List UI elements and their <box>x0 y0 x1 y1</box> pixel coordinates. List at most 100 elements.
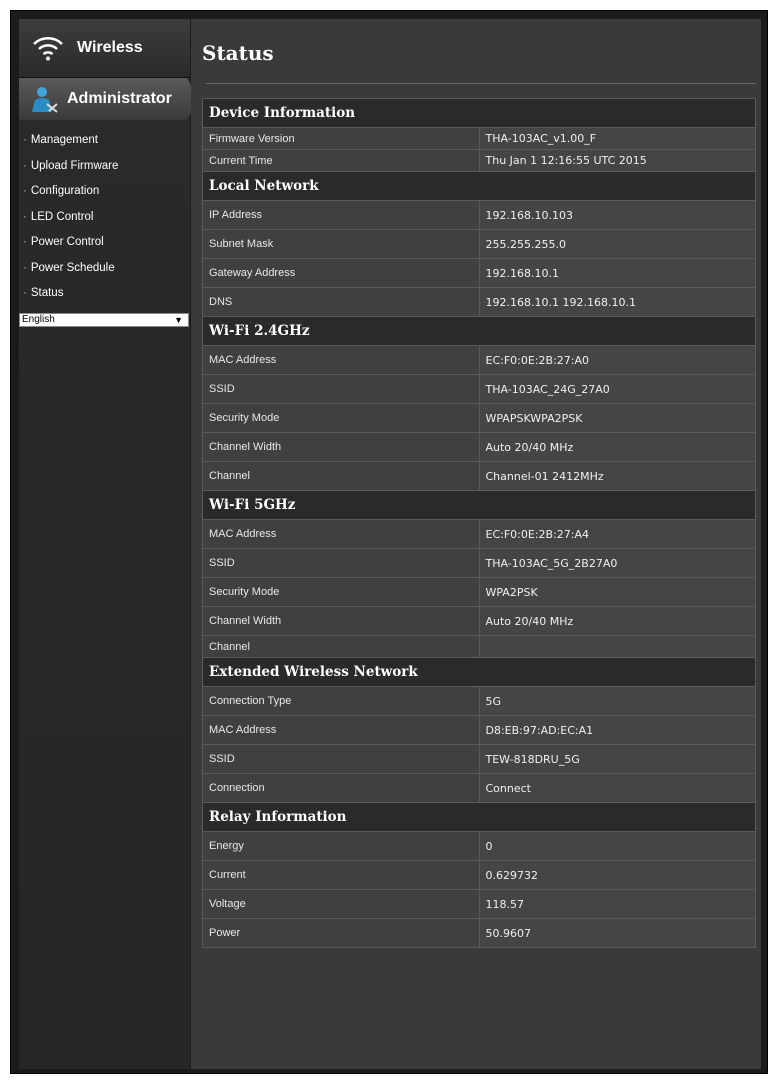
table-row: Security Mode WPA2PSK <box>202 577 756 607</box>
menu-item-label: LED Control <box>30 210 94 223</box>
dropdown-arrow-icon: ▼ <box>174 314 183 325</box>
row-label: Channel Width <box>202 606 480 636</box>
row-label: MAC Address <box>202 345 480 375</box>
router-ui-frame: Wireless Administrator · Management · Uplo… <box>10 10 768 1074</box>
menu-item-label: Status <box>30 287 64 299</box>
row-label: SSID <box>202 548 480 578</box>
table-row: Channel Width Auto 20/40 MHz <box>202 432 756 462</box>
row-label: Voltage <box>202 889 480 919</box>
row-label: DNS <box>202 287 480 317</box>
menu-item-led-control[interactable]: · LED Control <box>19 205 190 231</box>
section-header-row: Extended Wireless Network <box>202 657 756 687</box>
table-row: SSID THA-103AC_5G_2B27A0 <box>202 548 756 578</box>
row-value: WPAPSKWPA2PSK <box>478 403 756 433</box>
row-value: 0 <box>478 831 756 861</box>
menu-item-power-control[interactable]: · Power Control <box>19 230 190 256</box>
language-select[interactable]: English ▼ <box>19 312 189 327</box>
row-value <box>478 635 756 658</box>
row-label: Connection <box>202 773 480 803</box>
menu-item-management[interactable]: · Management <box>19 128 190 154</box>
row-label: Security Mode <box>202 403 480 433</box>
nav-wireless-label: Wireless <box>77 39 143 56</box>
row-label: Security Mode <box>202 577 480 607</box>
section-title: Extended Wireless Network <box>202 657 756 687</box>
menu-item-upload-firmware[interactable]: · Upload Firmware <box>19 154 190 180</box>
wifi-icon <box>33 37 63 61</box>
table-row: Connection Connect <box>202 773 756 803</box>
row-value: WPA2PSK <box>478 577 756 607</box>
row-value: THA-103AC_24G_27A0 <box>478 374 756 404</box>
row-value: THA-103AC_5G_2B27A0 <box>478 548 756 578</box>
row-value: D8:EB:97:AD:EC:A1 <box>478 715 756 745</box>
section-title: Local Network <box>202 171 756 201</box>
row-value: TEW-818DRU_5G <box>478 744 756 774</box>
row-label: IP Address <box>202 200 480 230</box>
row-label: Connection Type <box>202 686 480 716</box>
row-label: MAC Address <box>202 519 480 549</box>
menu-item-status[interactable]: · Status <box>19 281 190 307</box>
table-row: DNS 192.168.10.1 192.168.10.1 <box>202 287 756 317</box>
row-value: 255.255.255.0 <box>478 229 756 259</box>
page-title: Status <box>202 41 274 65</box>
row-value: 50.9607 <box>478 918 756 948</box>
row-label: Channel Width <box>202 432 480 462</box>
row-label: MAC Address <box>202 715 480 745</box>
table-row: Security Mode WPAPSKWPA2PSK <box>202 403 756 433</box>
section-title: Wi-Fi 5GHz <box>202 490 756 520</box>
nav-wireless[interactable]: Wireless <box>19 19 190 78</box>
row-value: EC:F0:0E:2B:27:A0 <box>478 345 756 375</box>
section-header-row: Relay Information <box>202 802 756 832</box>
row-label: Gateway Address <box>202 258 480 288</box>
row-value: Auto 20/40 MHz <box>478 606 756 636</box>
table-row: SSID TEW-818DRU_5G <box>202 744 756 774</box>
table-row: IP Address 192.168.10.103 <box>202 200 756 230</box>
row-value: 0.629732 <box>478 860 756 890</box>
section-header-row: Wi-Fi 2.4GHz <box>202 316 756 346</box>
row-label: Power <box>202 918 480 948</box>
administrator-icon <box>32 87 58 113</box>
row-label: Current <box>202 860 480 890</box>
table-row: Current 0.629732 <box>202 860 756 890</box>
menu-item-label: Power Control <box>30 236 104 248</box>
table-row: Energy 0 <box>202 831 756 861</box>
table-row: Channel Channel-01 2412MHz <box>202 461 756 491</box>
nav-administrator[interactable]: Administrator <box>19 78 198 120</box>
table-row: MAC Address EC:F0:0E:2B:27:A4 <box>202 519 756 549</box>
row-value: Connect <box>478 773 756 803</box>
row-value: THA-103AC_v1.00_F <box>478 127 756 150</box>
table-row: Firmware Version THA-103AC_v1.00_F <box>202 127 756 150</box>
table-row: Channel Width Auto 20/40 MHz <box>202 606 756 636</box>
menu-item-label: Management <box>30 134 98 146</box>
row-value: 118.57 <box>478 889 756 919</box>
menu-item-label: Upload Firmware <box>30 159 119 172</box>
nav-administrator-label: Administrator <box>67 90 172 107</box>
row-value: EC:F0:0E:2B:27:A4 <box>478 519 756 549</box>
table-row: Connection Type 5G <box>202 686 756 716</box>
row-value: Auto 20/40 MHz <box>478 432 756 462</box>
bullet-icon: · <box>23 287 27 299</box>
menu-item-label: Power Schedule <box>30 261 115 274</box>
row-label: Channel <box>202 461 480 491</box>
row-value: 192.168.10.103 <box>478 200 756 230</box>
row-label: Channel <box>202 635 480 658</box>
section-header-row: Local Network <box>202 171 756 201</box>
row-value: Channel-01 2412MHz <box>478 461 756 491</box>
table-row: Gateway Address 192.168.10.1 <box>202 258 756 288</box>
section-title: Device Information <box>202 98 756 128</box>
table-row: Voltage 118.57 <box>202 889 756 919</box>
section-header-row: Device Information <box>202 98 756 128</box>
menu-item-configuration[interactable]: · Configuration <box>19 179 190 205</box>
table-row: Channel <box>202 635 756 658</box>
bullet-icon: · <box>23 185 27 197</box>
bullet-icon: · <box>23 236 27 248</box>
row-value: 5G <box>478 686 756 716</box>
table-row: MAC Address D8:EB:97:AD:EC:A1 <box>202 715 756 745</box>
row-value: 192.168.10.1 <box>478 258 756 288</box>
table-row: Subnet Mask 255.255.255.0 <box>202 229 756 259</box>
row-label: SSID <box>202 744 480 774</box>
menu-item-power-schedule[interactable]: · Power Schedule <box>19 256 190 282</box>
table-row: Current Time Thu Jan 1 12:16:55 UTC 2015 <box>202 149 756 172</box>
bullet-icon: · <box>23 210 27 223</box>
bullet-icon: · <box>23 261 27 274</box>
table-row: SSID THA-103AC_24G_27A0 <box>202 374 756 404</box>
